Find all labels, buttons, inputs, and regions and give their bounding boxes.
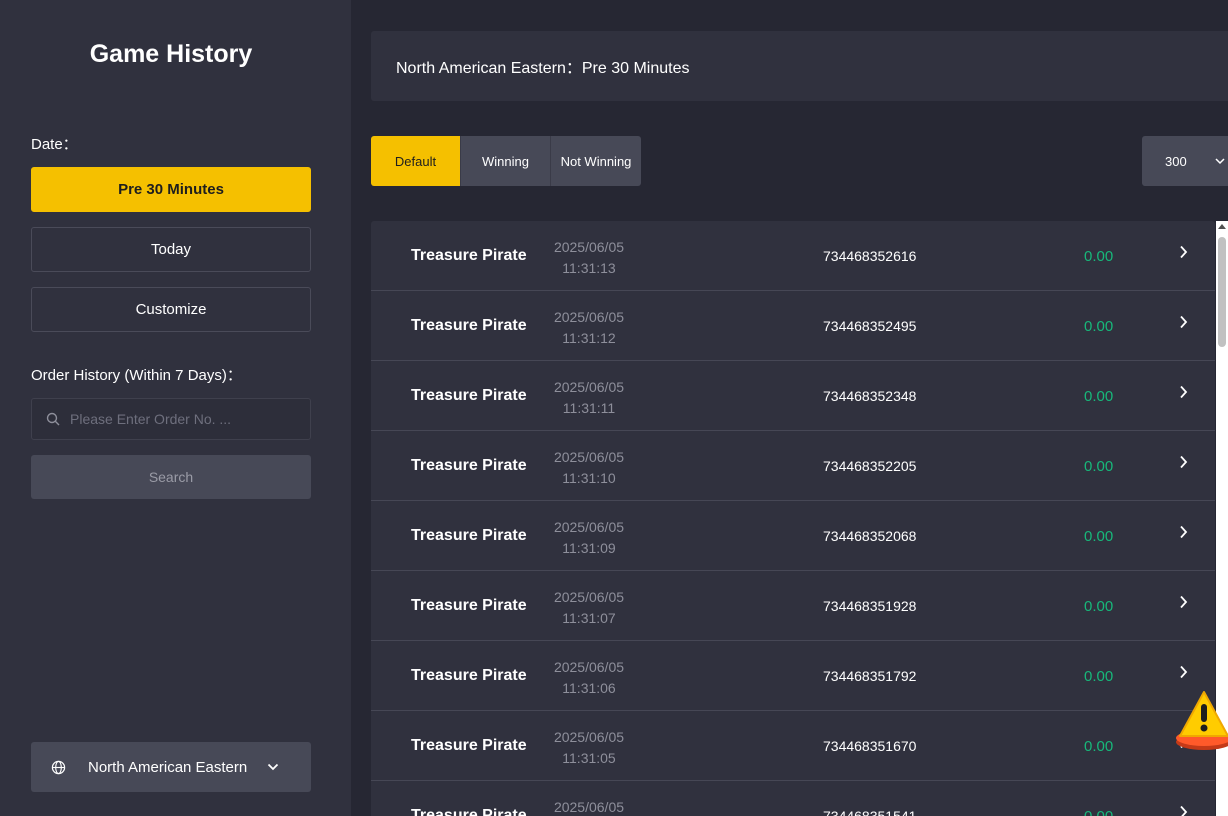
bet-time: 11:31:07 <box>562 610 616 626</box>
bet-datetime: 2025/06/05 11:31:07 <box>549 587 629 629</box>
win-amount: 0.00 <box>1084 528 1114 545</box>
game-name: Treasure Pirate <box>411 597 527 614</box>
order-number: 734468352495 <box>823 318 917 334</box>
page-title: Game History <box>89 40 253 68</box>
order-search-box <box>31 398 311 440</box>
game-name: Treasure Pirate <box>411 247 527 264</box>
game-record-list: Treasure Pirate 2025/06/05 11:31:13 7344… <box>371 221 1215 816</box>
order-number: 734468352348 <box>823 388 917 404</box>
bet-date: 2025/06/05 <box>553 449 625 465</box>
bet-time: 11:31:05 <box>562 750 616 766</box>
game-name: Treasure Pirate <box>411 527 527 544</box>
chevron-right-icon[interactable] <box>1179 665 1188 679</box>
order-number: 734468351670 <box>823 738 917 754</box>
order-number: 734468352616 <box>823 248 917 264</box>
win-amount: 0.00 <box>1084 808 1113 816</box>
bet-datetime: 2025/06/05 11:31:05 <box>549 727 629 769</box>
filter-default[interactable]: Default <box>371 136 461 186</box>
chevron-right-icon[interactable] <box>1179 595 1188 609</box>
order-history-label: Order History (Within 7 Days)： <box>31 367 242 384</box>
game-name: Treasure Pirate <box>411 317 527 334</box>
table-row[interactable]: Treasure Pirate 2025/06/05 734468351541 … <box>371 781 1215 816</box>
win-amount: 0.00 <box>1084 248 1114 265</box>
bet-date: 2025/06/05 <box>553 519 625 535</box>
chevron-right-icon[interactable] <box>1179 805 1188 816</box>
bet-date: 2025/06/05 <box>553 309 625 325</box>
table-row[interactable]: Treasure Pirate 2025/06/05 11:31:06 7344… <box>371 641 1215 711</box>
bet-time: 11:31:12 <box>562 330 616 346</box>
win-amount: 0.00 <box>1084 668 1114 685</box>
bet-date: 2025/06/05 <box>553 379 625 395</box>
date-option-today[interactable]: Today <box>31 227 311 272</box>
table-row[interactable]: Treasure Pirate 2025/06/05 11:31:09 7344… <box>371 501 1215 571</box>
bet-time: 11:31:06 <box>562 680 616 696</box>
bet-time: 11:31:13 <box>562 260 616 276</box>
bet-datetime: 2025/06/05 11:31:09 <box>549 517 629 559</box>
game-name: Treasure Pirate <box>411 807 527 816</box>
scrollbar-thumb[interactable] <box>1218 237 1226 347</box>
page-size-value: 300 <box>1165 153 1187 169</box>
win-amount: 0.00 <box>1084 388 1114 405</box>
order-number-input[interactable] <box>70 411 310 427</box>
date-option-customize[interactable]: Customize <box>31 287 311 332</box>
page-size-select[interactable]: 300 <box>1142 136 1228 186</box>
timezone-label: North American Eastern <box>88 758 248 776</box>
win-amount: 0.00 <box>1084 598 1114 615</box>
order-number: 734468351541 <box>823 808 917 816</box>
globe-icon <box>51 760 66 774</box>
bet-time: 11:31:11 <box>562 400 616 416</box>
date-label: Date： <box>31 136 78 153</box>
bet-datetime: 2025/06/05 11:31:06 <box>549 657 629 699</box>
bet-time: 11:31:10 <box>562 470 616 486</box>
order-number: 734468352205 <box>823 458 917 474</box>
bet-date: 2025/06/05 <box>553 659 625 675</box>
scroll-up-arrow-icon[interactable] <box>1218 224 1226 229</box>
bet-date: 2025/06/05 <box>553 239 625 255</box>
bet-datetime: 2025/06/05 11:31:13 <box>549 237 629 279</box>
bet-datetime: 2025/06/05 11:31:11 <box>549 377 629 419</box>
bet-datetime: 2025/06/05 11:31:10 <box>549 447 629 489</box>
bet-datetime: 2025/06/05 <box>549 797 629 816</box>
order-number: 734468351792 <box>823 668 917 684</box>
win-amount: 0.00 <box>1084 738 1114 755</box>
filter-not-winning[interactable]: Not Winning <box>551 136 641 186</box>
win-amount: 0.00 <box>1084 318 1114 335</box>
sidebar: Game History Date： Pre 30 Minutes Today … <box>0 0 351 816</box>
order-number: 734468351928 <box>823 598 917 614</box>
bet-date: 2025/06/05 <box>553 729 625 745</box>
search-icon <box>46 412 60 426</box>
chevron-right-icon[interactable] <box>1179 455 1188 469</box>
table-row[interactable]: Treasure Pirate 2025/06/05 11:31:10 7344… <box>371 431 1215 501</box>
result-filter-tabs: Default Winning Not Winning <box>371 136 641 186</box>
game-name: Treasure Pirate <box>411 667 527 684</box>
bet-time: 11:31:09 <box>562 540 616 556</box>
game-name: Treasure Pirate <box>411 387 527 404</box>
filter-winning[interactable]: Winning <box>461 136 551 186</box>
table-row[interactable]: Treasure Pirate 2025/06/05 11:31:05 7344… <box>371 711 1215 781</box>
banner-text: North American Eastern：Pre 30 Minutes <box>396 60 690 77</box>
chevron-right-icon[interactable] <box>1179 525 1188 539</box>
chevron-right-icon[interactable] <box>1179 385 1188 399</box>
app-root: Game History Date： Pre 30 Minutes Today … <box>0 0 1228 816</box>
game-name: Treasure Pirate <box>411 737 527 754</box>
order-number: 734468352068 <box>823 528 917 544</box>
timezone-period-banner: North American Eastern：Pre 30 Minutes <box>371 31 1228 101</box>
chevron-down-icon <box>1215 157 1225 164</box>
game-name: Treasure Pirate <box>411 457 527 474</box>
timezone-select[interactable]: North American Eastern <box>31 742 311 792</box>
table-row[interactable]: Treasure Pirate 2025/06/05 11:31:12 7344… <box>371 291 1215 361</box>
bet-date: 2025/06/05 <box>553 589 625 605</box>
chevron-down-icon <box>268 763 279 771</box>
chevron-right-icon[interactable] <box>1179 315 1188 329</box>
table-row[interactable]: Treasure Pirate 2025/06/05 11:31:13 7344… <box>371 221 1215 291</box>
table-row[interactable]: Treasure Pirate 2025/06/05 11:31:07 7344… <box>371 571 1215 641</box>
search-button[interactable]: Search <box>31 455 311 499</box>
bet-datetime: 2025/06/05 11:31:12 <box>549 307 629 349</box>
warning-icon[interactable] <box>1174 688 1228 752</box>
date-option-pre-30-minutes[interactable]: Pre 30 Minutes <box>31 167 311 212</box>
bet-date: 2025/06/05 <box>553 799 625 815</box>
chevron-right-icon[interactable] <box>1179 245 1188 259</box>
table-row[interactable]: Treasure Pirate 2025/06/05 11:31:11 7344… <box>371 361 1215 431</box>
win-amount: 0.00 <box>1084 458 1114 475</box>
